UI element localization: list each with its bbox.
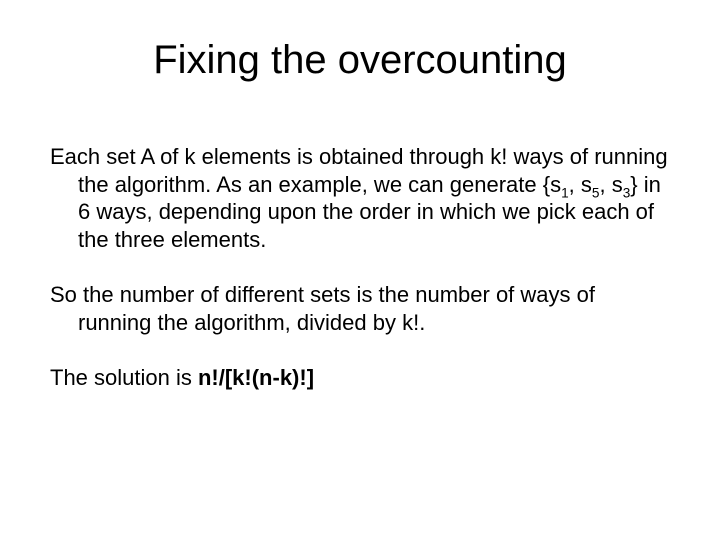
- paragraph-3: The solution is n!/[k!(n-k)!]: [50, 364, 670, 392]
- slide-title: Fixing the overcounting: [0, 38, 720, 83]
- paragraph-1: Each set A of k elements is obtained thr…: [50, 143, 670, 253]
- p1-text-c: , s: [599, 172, 622, 197]
- p1-text-b: , s: [569, 172, 592, 197]
- p1-sub-1: 1: [561, 185, 569, 200]
- p3-text-a: The solution is: [50, 365, 198, 390]
- p3-formula: n!/[k!(n-k)!]: [198, 365, 314, 390]
- paragraph-2: So the number of different sets is the n…: [50, 281, 670, 336]
- slide-body: Each set A of k elements is obtained thr…: [0, 143, 720, 392]
- slide: Fixing the overcounting Each set A of k …: [0, 38, 720, 540]
